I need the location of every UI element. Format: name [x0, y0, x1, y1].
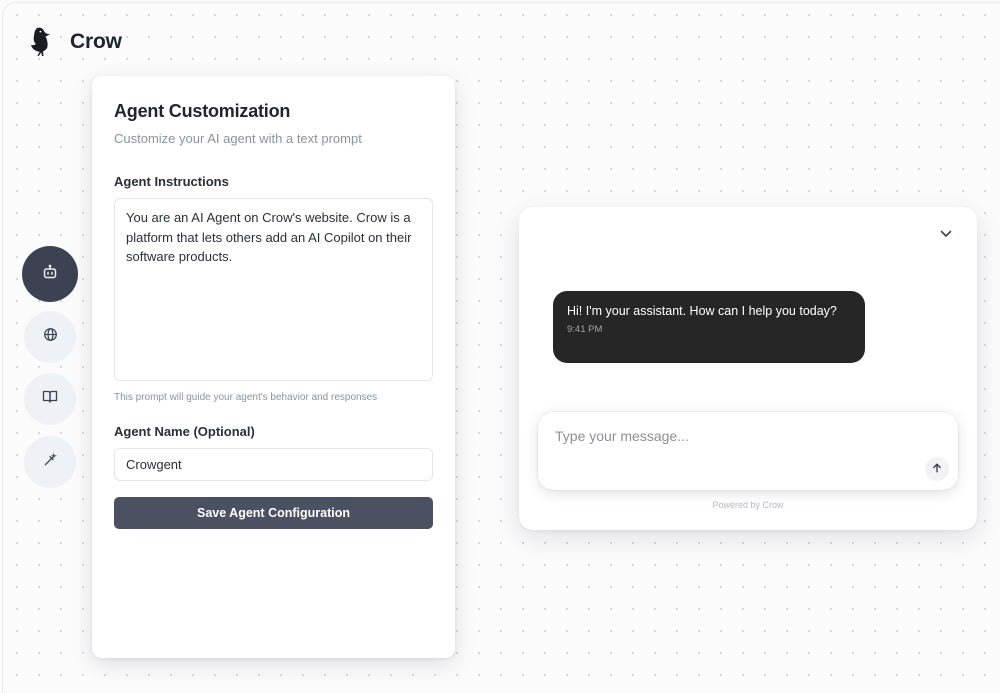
- rail-item-actions[interactable]: [24, 436, 76, 488]
- rail-item-knowledge[interactable]: [24, 373, 76, 425]
- message-timestamp: 9:41 PM: [567, 324, 603, 336]
- collapse-chat-button[interactable]: [937, 225, 955, 243]
- instructions-hint: This prompt will guide your agent's beha…: [114, 392, 378, 403]
- instructions-label: Agent Instructions: [114, 174, 229, 189]
- message-text: Hi! I'm your assistant. How can I help y…: [567, 304, 837, 318]
- chat-widget: Hi! I'm your assistant. How can I help y…: [519, 207, 977, 530]
- arrow-up-icon: [932, 460, 942, 478]
- message-input[interactable]: Type your message...: [555, 428, 689, 444]
- instructions-textarea[interactable]: You are an AI Agent on Crow's website. C…: [114, 198, 433, 381]
- app-name: Crow: [70, 30, 122, 53]
- brand[interactable]: Crow: [28, 24, 122, 60]
- chevron-down-icon: [940, 225, 952, 243]
- panel-subtitle: Customize your AI agent with a text prom…: [114, 131, 362, 146]
- agent-name-value: Crowgent: [126, 457, 182, 472]
- powered-by: Powered by Crow: [712, 500, 784, 510]
- book-icon: [42, 389, 58, 409]
- message-composer: Type your message...: [538, 412, 958, 490]
- rail-item-website[interactable]: [24, 311, 76, 363]
- send-button[interactable]: [925, 457, 949, 481]
- agent-name-label: Agent Name (Optional): [114, 424, 255, 439]
- agent-name-input[interactable]: Crowgent: [114, 448, 433, 481]
- panel-title: Agent Customization: [114, 101, 291, 121]
- agent-customization-panel: Agent Customization Customize your AI ag…: [92, 76, 455, 658]
- rail-item-agent[interactable]: [22, 246, 78, 302]
- wand-icon: [43, 452, 58, 472]
- crow-logo-icon: [28, 26, 54, 58]
- bot-icon: [42, 264, 58, 285]
- save-configuration-button[interactable]: Save Agent Configuration: [114, 497, 433, 529]
- globe-icon: [43, 327, 58, 347]
- assistant-message: Hi! I'm your assistant. How can I help y…: [553, 291, 865, 363]
